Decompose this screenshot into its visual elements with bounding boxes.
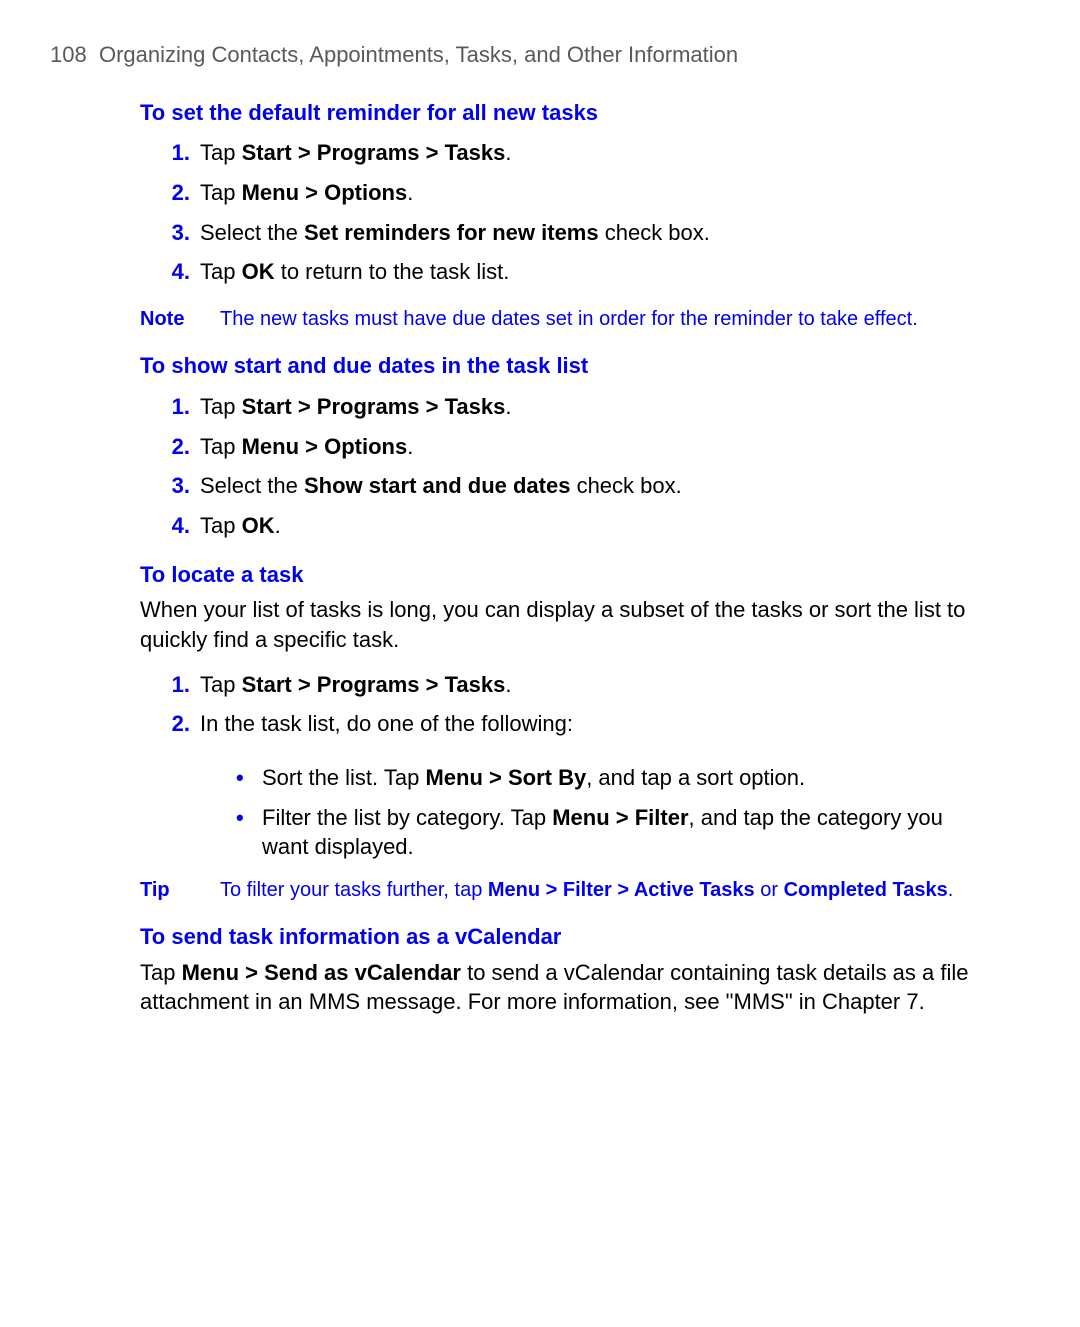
step-text-bold: Start > Programs > Tasks: [242, 672, 506, 697]
heading-show-start-due: To show start and due dates in the task …: [140, 351, 1030, 381]
tip-text-bold: Completed Tasks: [784, 879, 948, 901]
step-text-post: .: [407, 180, 413, 205]
page-number: 108: [50, 42, 87, 67]
step-item: 3. Select the Set reminders for new item…: [160, 213, 980, 253]
tip-text-mid: or: [755, 879, 784, 901]
steps-set-default-reminder: 1. Tap Start > Programs > Tasks. 2. Tap …: [160, 133, 980, 292]
step-text-post: check box.: [570, 473, 681, 498]
step-number: 1.: [160, 138, 190, 168]
step-text-post: .: [407, 434, 413, 459]
step-text-bold: Menu > Options: [242, 180, 408, 205]
bullet-item: Sort the list. Tap Menu > Sort By, and t…: [230, 758, 980, 798]
step-item: 4. Tap OK.: [160, 506, 980, 546]
locate-task-intro: When your list of tasks is long, you can…: [140, 595, 980, 654]
step-text-post: .: [505, 394, 511, 419]
step-item: 1. Tap Start > Programs > Tasks.: [160, 133, 980, 173]
step-item: 2. Tap Menu > Options.: [160, 427, 980, 467]
para-text-pre: Tap: [140, 960, 182, 985]
step-number: 3.: [160, 218, 190, 248]
tip-text-pre: To filter your tasks further, tap: [220, 879, 488, 901]
step-item: 1. Tap Start > Programs > Tasks.: [160, 665, 980, 705]
step-number: 4.: [160, 257, 190, 287]
step-text-pre: Tap: [200, 180, 242, 205]
bullet-text-post: , and tap a sort option.: [586, 765, 805, 790]
step-text-pre: Tap: [200, 513, 242, 538]
tip-text-bold: Menu > Filter > Active Tasks: [488, 879, 755, 901]
tip-text-post: .: [948, 879, 954, 901]
step-text-pre: Tap: [200, 394, 242, 419]
chapter-title: Organizing Contacts, Appointments, Tasks…: [99, 42, 738, 67]
step-text-pre: Tap: [200, 259, 242, 284]
step-item: 2. In the task list, do one of the follo…: [160, 704, 980, 744]
step-text-post: check box.: [599, 220, 710, 245]
step-text-bold: Menu > Options: [242, 434, 408, 459]
step-text-bold: Show start and due dates: [304, 473, 571, 498]
bullets-locate-task: Sort the list. Tap Menu > Sort By, and t…: [230, 758, 980, 867]
step-text-pre: Tap: [200, 434, 242, 459]
step-text-bold: Set reminders for new items: [304, 220, 599, 245]
send-vcalendar-text: Tap Menu > Send as vCalendar to send a v…: [140, 958, 980, 1017]
step-text-bold: Start > Programs > Tasks: [242, 140, 506, 165]
step-text-pre: Select the: [200, 473, 304, 498]
step-text-post: .: [275, 513, 281, 538]
tip-label: Tip: [140, 877, 220, 904]
step-number: 4.: [160, 511, 190, 541]
para-text-bold: Menu > Send as vCalendar: [182, 960, 461, 985]
step-number: 2.: [160, 432, 190, 462]
step-text-bold: OK: [242, 513, 275, 538]
step-number: 3.: [160, 471, 190, 501]
steps-locate-task: 1. Tap Start > Programs > Tasks. 2. In t…: [160, 665, 980, 744]
bullet-text-pre: Filter the list by category. Tap: [262, 805, 552, 830]
step-text-post: to return to the task list.: [275, 259, 510, 284]
bullet-text-bold: Menu > Filter: [552, 805, 688, 830]
step-text-pre: Tap: [200, 672, 242, 697]
bullet-text-bold: Menu > Sort By: [425, 765, 586, 790]
step-item: 4. Tap OK to return to the task list.: [160, 252, 980, 292]
step-text-post: .: [505, 140, 511, 165]
bullet-text-pre: Sort the list. Tap: [262, 765, 425, 790]
page-header: 108 Organizing Contacts, Appointments, T…: [50, 40, 1030, 70]
step-item: 1. Tap Start > Programs > Tasks.: [160, 387, 980, 427]
step-number: 1.: [160, 392, 190, 422]
tip-block: Tip To filter your tasks further, tap Me…: [140, 877, 980, 904]
step-text: In the task list, do one of the followin…: [200, 711, 573, 736]
step-item: 3. Select the Show start and due dates c…: [160, 466, 980, 506]
note-label: Note: [140, 306, 220, 333]
note-block: Note The new tasks must have due dates s…: [140, 306, 980, 333]
step-number: 2.: [160, 709, 190, 739]
step-number: 1.: [160, 670, 190, 700]
step-number: 2.: [160, 178, 190, 208]
heading-locate-task: To locate a task: [140, 560, 1030, 590]
heading-send-vcalendar: To send task information as a vCalendar: [140, 922, 1030, 952]
step-text-post: .: [505, 672, 511, 697]
steps-show-start-due: 1. Tap Start > Programs > Tasks. 2. Tap …: [160, 387, 980, 546]
step-text-pre: Tap: [200, 140, 242, 165]
tip-text: To filter your tasks further, tap Menu >…: [220, 877, 980, 904]
bullet-item: Filter the list by category. Tap Menu > …: [230, 798, 980, 867]
step-item: 2. Tap Menu > Options.: [160, 173, 980, 213]
step-text-bold: OK: [242, 259, 275, 284]
heading-set-default-reminder: To set the default reminder for all new …: [140, 98, 1030, 128]
note-text: The new tasks must have due dates set in…: [220, 306, 980, 333]
step-text-pre: Select the: [200, 220, 304, 245]
step-text-bold: Start > Programs > Tasks: [242, 394, 506, 419]
